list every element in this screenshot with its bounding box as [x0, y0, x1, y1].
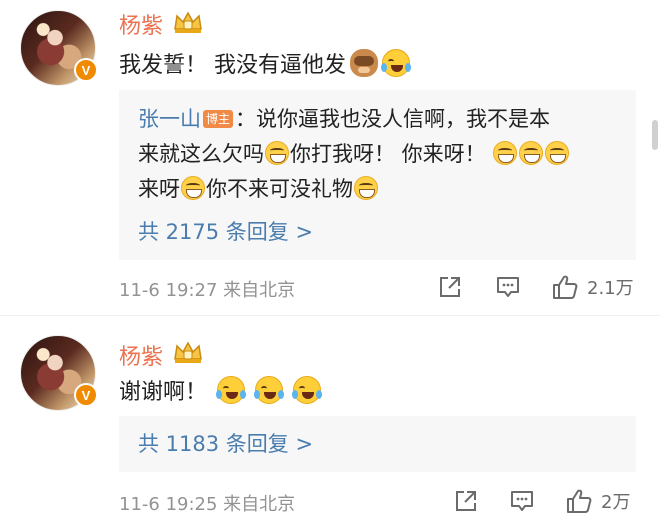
reply-username[interactable]: 张一山	[138, 107, 201, 131]
comment-meta: 11-6 19:25 来自北京 2万	[119, 486, 636, 516]
grin-icon	[493, 141, 518, 165]
comment-item: V 杨紫 谢谢啊！ 共 1183 条回复 > 11-6 19:25 来自北京 2…	[0, 327, 660, 517]
share-icon	[440, 277, 460, 297]
more-replies-link[interactable]: 共 2175 条回复 >	[138, 216, 313, 246]
scrollbar-thumb[interactable]	[652, 120, 658, 150]
like-button[interactable]: 2.1万	[551, 274, 634, 300]
comment-icon	[497, 277, 519, 297]
laugh-cry-icon	[254, 376, 285, 404]
vip-crown-icon	[174, 341, 202, 363]
comment-meta: 11-6 19:27 来自北京 2.1万	[119, 272, 636, 302]
reply-line-1: ：说你逼我也没人信啊，我不是本	[235, 107, 551, 131]
grin-icon	[265, 141, 289, 165]
comment-username[interactable]: 杨紫	[119, 339, 163, 371]
comment-button[interactable]	[509, 488, 535, 514]
laugh-cry-icon	[216, 376, 247, 404]
vip-crown-icon	[174, 11, 202, 33]
reply-line-3a: 来呀	[138, 177, 180, 201]
comment-button[interactable]	[495, 274, 521, 300]
comment-text: 谢谢啊！	[119, 374, 323, 406]
comment-username[interactable]: 杨紫	[119, 8, 163, 40]
verified-v-icon: V	[74, 383, 98, 407]
comment-text-body: 谢谢啊！	[119, 380, 208, 405]
grin-icon	[354, 176, 378, 200]
reply-line-2a: 来就这么欠吗	[138, 142, 264, 166]
laugh-cry-icon	[381, 49, 411, 77]
verified-v-icon: V	[74, 58, 98, 82]
reply-text: 张一山 博主 ：说你逼我也没人信啊，我不是本 来就这么欠吗 你打我呀！ 你来呀！ 来呀…	[138, 102, 618, 207]
grin-icon	[181, 176, 205, 200]
timestamp: 11-6 19:25 来自北京	[119, 494, 296, 515]
reply-line-2b: 你打我呀！ 你来呀！	[290, 142, 493, 166]
like-thumb-icon	[567, 489, 592, 513]
grin-icon	[519, 141, 544, 165]
share-icon	[456, 491, 476, 511]
like-count: 2万	[601, 492, 631, 513]
comment-item: V 杨紫 我发誓！ 我没有逼他发 张一山 博主 ：说你逼我也没人信啊，我不是本 来就…	[0, 0, 660, 312]
like-thumb-icon	[553, 275, 578, 299]
comment-icon	[511, 491, 533, 511]
grin-icon	[545, 141, 570, 165]
share-button[interactable]	[437, 274, 463, 300]
comment-text-body: 我发誓！ 我没有逼他发	[119, 53, 346, 78]
like-count: 2.1万	[587, 278, 634, 299]
reply-line-3b: 你不来可没礼物	[206, 177, 353, 201]
like-button[interactable]: 2万	[565, 488, 630, 514]
more-replies-link[interactable]: 共 1183 条回复 >	[138, 428, 313, 458]
timestamp: 11-6 19:27 来自北京	[119, 280, 296, 301]
author-badge: 博主	[203, 110, 234, 128]
share-button[interactable]	[453, 488, 479, 514]
divider	[0, 315, 660, 316]
laugh-cry-icon	[292, 376, 323, 404]
comment-text: 我发誓！ 我没有逼他发	[119, 47, 411, 79]
reply-preview-box[interactable]: 共 1183 条回复 >	[119, 416, 636, 472]
reply-preview-box[interactable]: 张一山 博主 ：说你逼我也没人信啊，我不是本 来就这么欠吗 你打我呀！ 你来呀！ 来呀…	[119, 90, 636, 260]
see-no-evil-monkey-icon	[350, 49, 378, 77]
